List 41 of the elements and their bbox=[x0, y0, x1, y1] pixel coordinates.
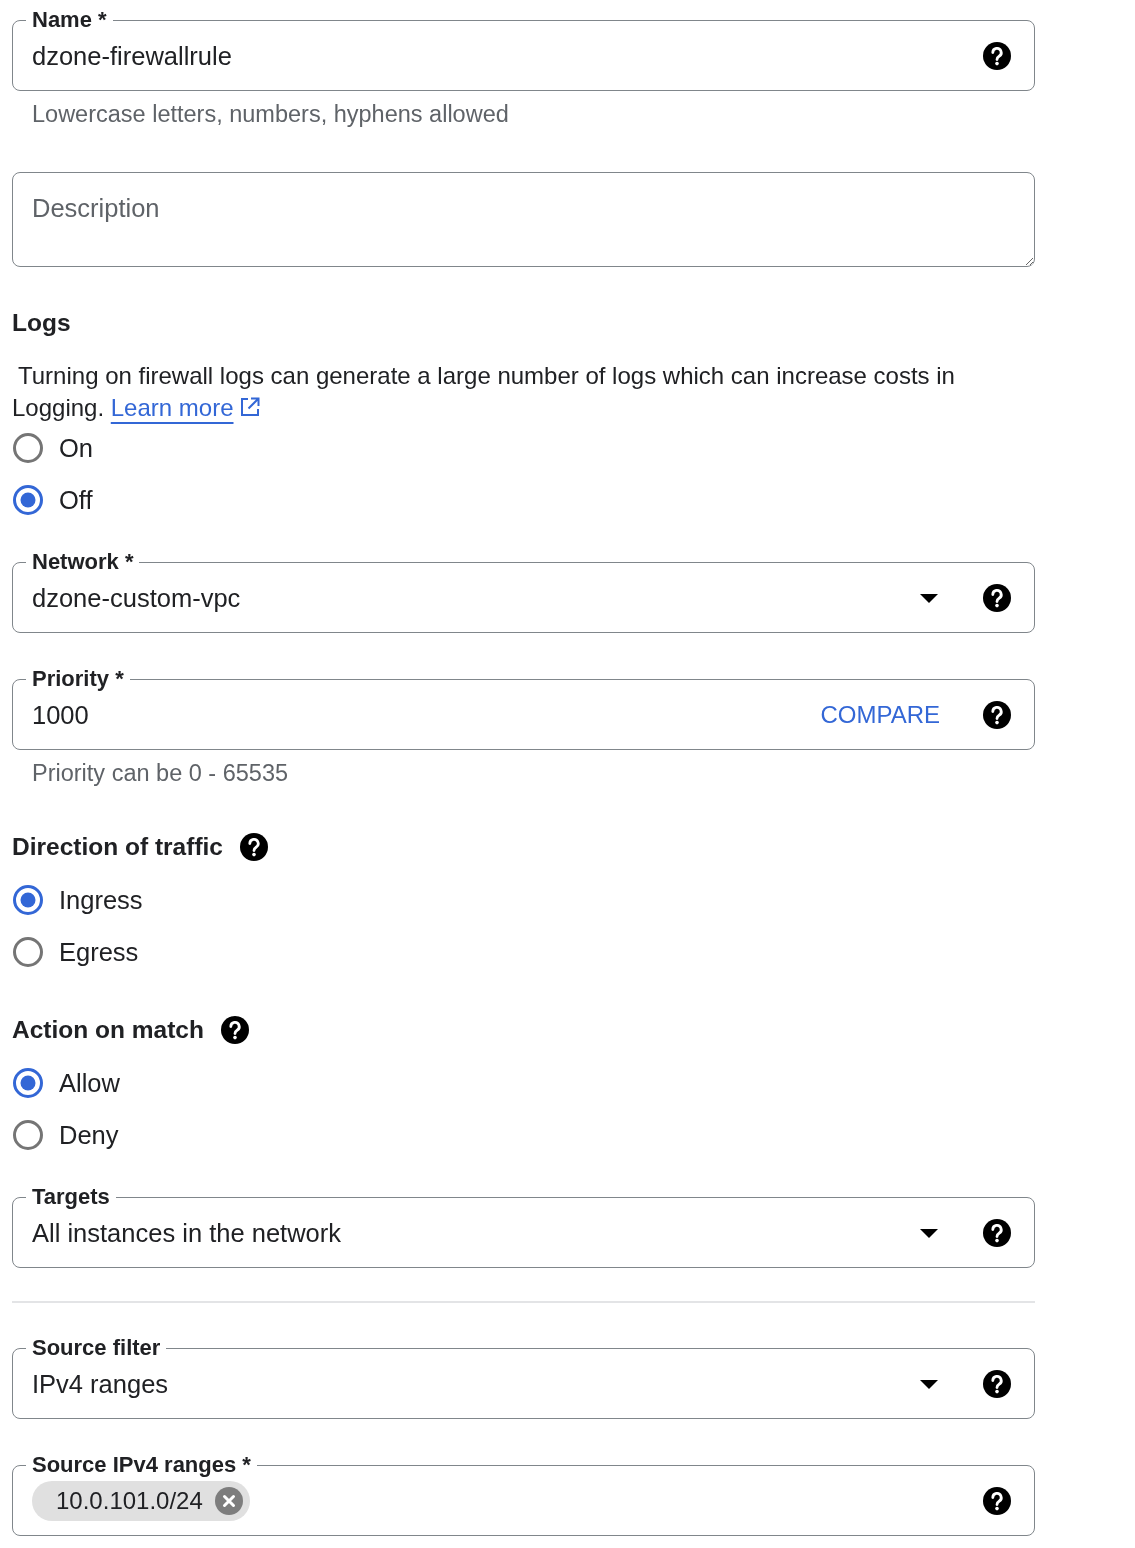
radio-option[interactable]: Deny bbox=[12, 1109, 119, 1161]
field-label: Priority * bbox=[31, 666, 125, 692]
learn-more-link[interactable]: Learn more bbox=[110, 394, 234, 421]
compare-button[interactable]: COMPARE bbox=[820, 700, 940, 730]
field-label: Targets bbox=[31, 1184, 111, 1210]
radio-button[interactable] bbox=[12, 1067, 44, 1099]
field-label: Source IPv4 ranges * bbox=[31, 1452, 252, 1478]
radio-button[interactable] bbox=[12, 936, 44, 968]
caret-icon bbox=[920, 593, 938, 603]
radio-button[interactable] bbox=[12, 484, 44, 516]
section-heading: Logs bbox=[12, 308, 71, 338]
help-icon[interactable] bbox=[240, 833, 268, 861]
help-icon[interactable] bbox=[983, 1219, 1011, 1247]
section-heading: Action on match bbox=[12, 1015, 204, 1045]
help-icon[interactable] bbox=[983, 584, 1011, 612]
helper-text: Lowercase letters, numbers, hyphens allowed bbox=[31, 101, 509, 127]
radio-option[interactable]: Off bbox=[12, 474, 93, 526]
description-field[interactable]: Description bbox=[12, 172, 1035, 267]
radio-button[interactable] bbox=[12, 884, 44, 916]
radio-option[interactable]: Ingress bbox=[12, 874, 143, 926]
radio-button[interactable] bbox=[12, 432, 44, 464]
help-icon[interactable] bbox=[983, 42, 1011, 70]
radio-option[interactable]: Allow bbox=[12, 1057, 120, 1109]
field-label: Name * bbox=[31, 7, 108, 33]
help-icon[interactable] bbox=[220, 1016, 249, 1044]
caret-icon bbox=[920, 1379, 938, 1389]
radio-option[interactable]: Egress bbox=[12, 926, 139, 978]
radio-option[interactable]: On bbox=[12, 422, 94, 474]
help-icon[interactable] bbox=[983, 701, 1011, 729]
remove-icon[interactable] bbox=[214, 1487, 243, 1515]
caret-icon bbox=[920, 1228, 938, 1238]
external-link-icon[interactable] bbox=[238, 396, 261, 418]
help-icon[interactable] bbox=[983, 1487, 1011, 1515]
help-icon[interactable] bbox=[983, 1370, 1011, 1398]
info-text: Turning on firewall logs can generate a large number of logs which can increase costs in Logging. Learn more bbox=[12, 361, 956, 423]
section-heading: Direction of traffic bbox=[12, 832, 223, 862]
field-label: Source filter bbox=[31, 1335, 162, 1361]
field-label: Network * bbox=[31, 549, 135, 575]
chip-text: 10.0.101.0/24 bbox=[56, 1486, 203, 1516]
radio-button[interactable] bbox=[12, 1119, 44, 1151]
helper-text: Priority can be 0 - 65535 bbox=[31, 760, 289, 786]
